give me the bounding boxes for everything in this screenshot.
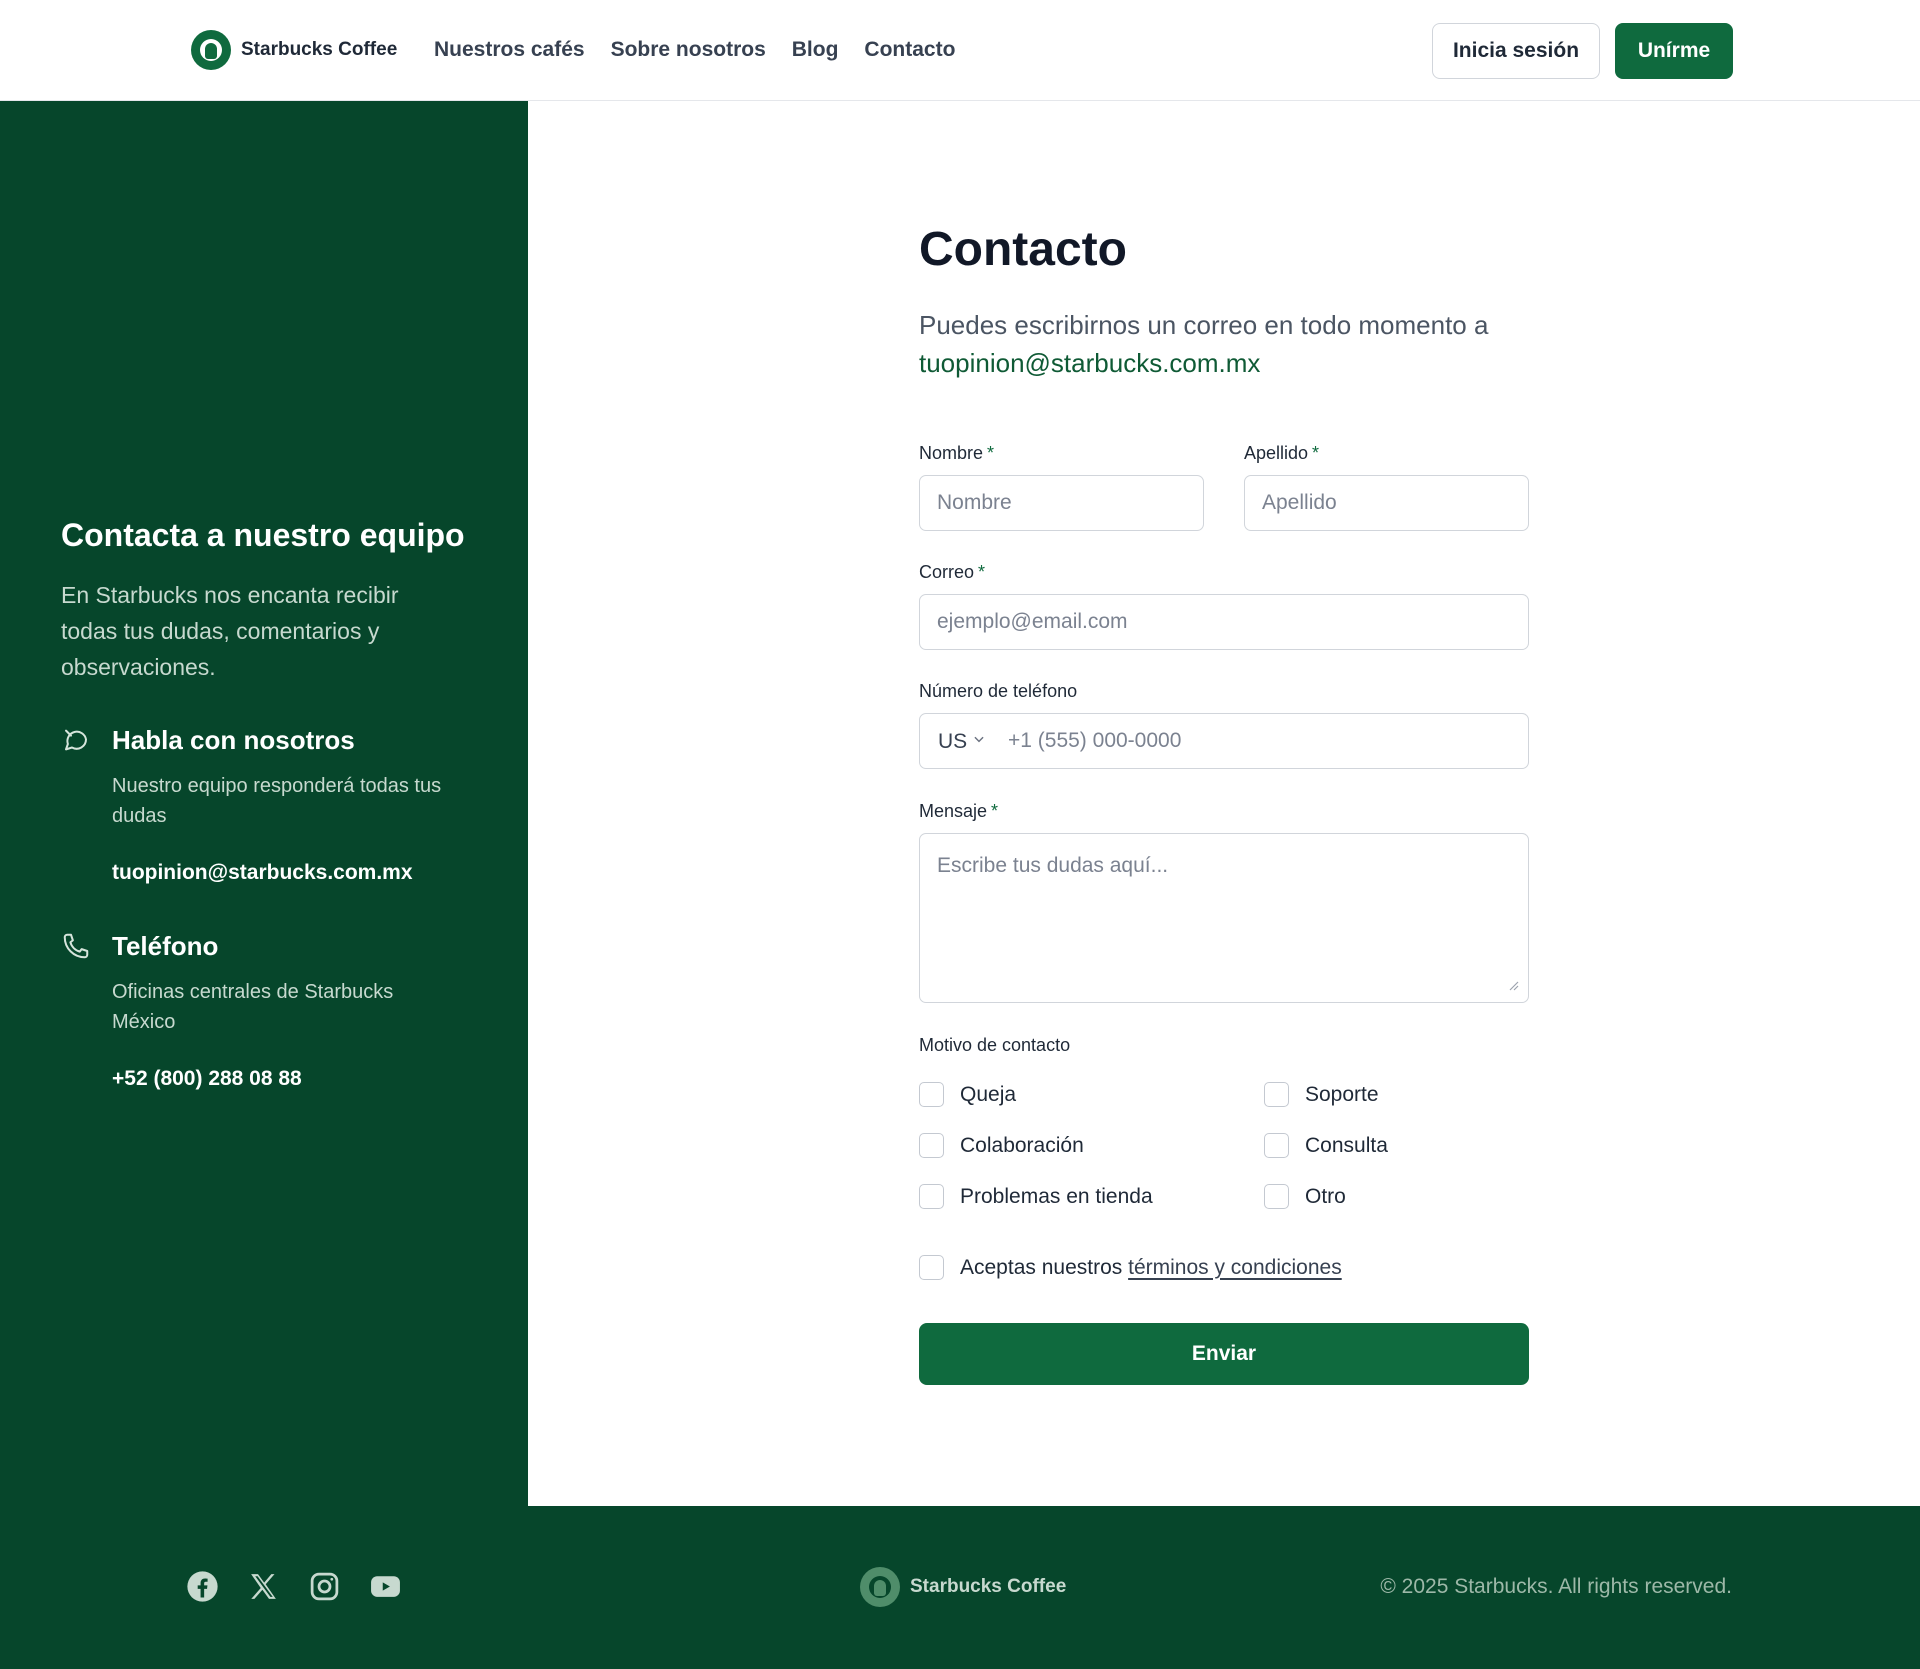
checkbox[interactable] xyxy=(1264,1133,1289,1158)
reason-label-text: Problemas en tienda xyxy=(960,1184,1153,1208)
first-name-input[interactable] xyxy=(919,475,1204,531)
terms-checkbox-row[interactable]: Aceptas nuestros términos y condiciones xyxy=(919,1255,1342,1280)
last-name-input[interactable] xyxy=(1244,475,1529,531)
login-button[interactable]: Inicia sesión xyxy=(1432,23,1600,79)
reason-label: Motivo de contacto xyxy=(919,1035,1071,1055)
chat-desc: Nuestro equipo responderá todas tus duda… xyxy=(112,775,442,827)
chat-title: Habla con nosotros xyxy=(112,725,355,755)
x-icon[interactable] xyxy=(247,1570,280,1603)
reason-option-colaboracion[interactable]: Colaboración xyxy=(919,1133,1084,1158)
reason-option-tienda[interactable]: Problemas en tienda xyxy=(919,1184,1153,1209)
checkbox[interactable] xyxy=(919,1133,944,1158)
submit-button[interactable]: Enviar xyxy=(919,1323,1529,1385)
nav-item-contact[interactable]: Contacto xyxy=(864,38,955,62)
site-footer: Starbucks Coffee © 2025 Starbucks. All r… xyxy=(0,1506,1920,1669)
required-mark: * xyxy=(991,801,999,821)
reason-option-otro[interactable]: Otro xyxy=(1264,1184,1346,1209)
checkbox[interactable] xyxy=(919,1184,944,1209)
social-links xyxy=(186,1570,402,1603)
email-label: Correo * xyxy=(919,562,985,583)
starbucks-logo-icon xyxy=(860,1567,900,1607)
required-mark: * xyxy=(1312,443,1320,463)
starbucks-logo-icon xyxy=(191,30,231,70)
intro-text: Puedes escribirnos un correo en todo mom… xyxy=(919,310,1489,340)
message-textarea[interactable] xyxy=(919,833,1529,1003)
join-button[interactable]: Unírme xyxy=(1615,23,1733,79)
contact-info-panel: Contacta a nuestro equipo En Starbucks n… xyxy=(0,101,528,1506)
footer-brand[interactable]: Starbucks Coffee xyxy=(860,1567,1066,1607)
checkbox[interactable] xyxy=(1264,1184,1289,1209)
email-label-text: Correo xyxy=(919,562,975,582)
nav-item-blog[interactable]: Blog xyxy=(792,38,839,62)
chat-email[interactable]: tuopinion@starbucks.com.mx xyxy=(112,861,413,885)
panel-title: Contacta a nuestro equipo xyxy=(61,517,465,553)
reason-label-text: Consulta xyxy=(1305,1133,1388,1157)
phone-field: US xyxy=(919,713,1529,769)
copyright: © 2025 Starbucks. All rights reserved. xyxy=(1380,1575,1732,1598)
required-mark: * xyxy=(978,562,986,582)
email-field[interactable] xyxy=(919,594,1529,650)
terms-checkbox[interactable] xyxy=(919,1255,944,1280)
phone-title: Teléfono xyxy=(112,931,219,961)
reason-label-text: Soporte xyxy=(1305,1082,1379,1106)
main-nav: Nuestros cafés Sobre nosotros Blog Conta… xyxy=(434,38,955,62)
nav-item-cafes[interactable]: Nuestros cafés xyxy=(434,38,585,62)
reason-option-soporte[interactable]: Soporte xyxy=(1264,1082,1379,1107)
page-title: Contacto xyxy=(919,223,1127,276)
chevron-down-icon[interactable] xyxy=(972,732,986,749)
nav-item-about[interactable]: Sobre nosotros xyxy=(611,38,766,62)
instagram-icon[interactable] xyxy=(308,1570,341,1603)
phone-number[interactable]: +52 (800) 288 08 88 xyxy=(112,1067,302,1091)
phone-icon xyxy=(61,931,91,961)
last-name-label: Apellido * xyxy=(1244,443,1319,464)
phone-input[interactable] xyxy=(1008,715,1508,767)
footer-brand-name: Starbucks Coffee xyxy=(910,1576,1067,1597)
facebook-icon[interactable] xyxy=(186,1570,219,1603)
phone-label: Número de teléfono xyxy=(919,681,1078,701)
message-label: Mensaje * xyxy=(919,801,998,822)
panel-lead: En Starbucks nos encanta recibir todas t… xyxy=(61,582,399,680)
chat-bubble-icon xyxy=(61,725,91,755)
checkbox[interactable] xyxy=(1264,1082,1289,1107)
terms-prefix: Aceptas nuestros xyxy=(960,1255,1123,1279)
brand-name: Starbucks Coffee xyxy=(241,39,398,60)
last-name-label-text: Apellido xyxy=(1244,443,1309,463)
message-label-text: Mensaje xyxy=(919,801,988,821)
resize-handle-icon[interactable] xyxy=(1507,979,1521,993)
first-name-label-text: Nombre xyxy=(919,443,984,463)
reason-label-text: Queja xyxy=(960,1082,1017,1106)
checkbox[interactable] xyxy=(919,1082,944,1107)
phone-desc: Oficinas centrales de Starbucks México xyxy=(112,981,394,1033)
first-name-label: Nombre * xyxy=(919,443,994,464)
terms-text: Aceptas nuestros términos y condiciones xyxy=(960,1256,1342,1280)
reason-label-text: Colaboración xyxy=(960,1133,1084,1157)
terms-link[interactable]: términos y condiciones xyxy=(1128,1256,1342,1279)
site-header: Starbucks Coffee Nuestros cafés Sobre no… xyxy=(0,0,1920,101)
intro-email-link[interactable]: tuopinion@starbucks.com.mx xyxy=(919,348,1260,378)
required-mark: * xyxy=(987,443,995,463)
reason-option-queja[interactable]: Queja xyxy=(919,1082,1016,1107)
youtube-icon[interactable] xyxy=(369,1570,402,1603)
reason-option-consulta[interactable]: Consulta xyxy=(1264,1133,1388,1158)
country-select[interactable]: US xyxy=(938,730,967,754)
form-intro: Puedes escribirnos un correo en todo mom… xyxy=(919,306,1539,382)
brand-link[interactable]: Starbucks Coffee xyxy=(191,30,397,70)
reason-label-text: Otro xyxy=(1305,1184,1346,1208)
